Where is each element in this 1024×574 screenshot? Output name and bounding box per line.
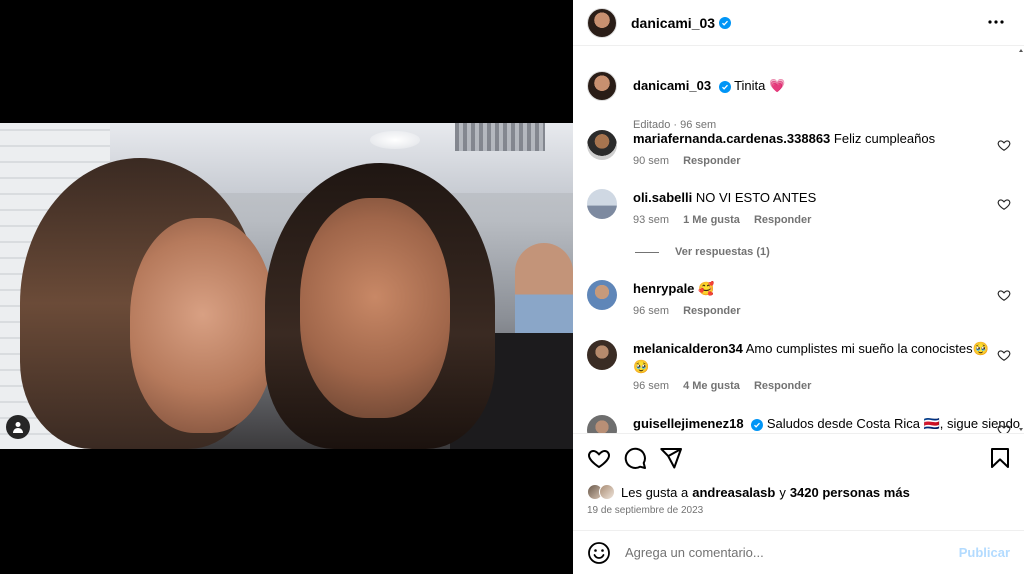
photo-face-right [300,198,450,418]
share-icon[interactable] [659,446,683,470]
comment-age: 96 sem [633,380,670,392]
post-date[interactable]: 19 de septiembre de 2023 [587,505,703,516]
likes-prefix: Les gusta a [621,484,689,500]
heart-icon[interactable] [997,197,1011,211]
post-actions: Les gusta a andreasalasb y 3420 personas… [573,433,1024,528]
comment-meta: 93 sem 1 Me gusta Responder [633,214,811,226]
comment-meta: 96 sem 4 Me gusta Responder [633,380,811,392]
verified-icon [751,419,764,431]
photo-face-left [130,218,275,433]
comments-list[interactable]: danicami_03 Tinita 💗 Editado · 96 sem ma… [573,47,1024,433]
bookmark-icon[interactable] [988,446,1012,470]
comment-body-cont: 🥹 [633,359,650,374]
comment-body: Saludos desde Costa Rica 🇨🇷, sigue siend… [766,416,1021,431]
heart-icon[interactable] [997,288,1011,302]
comment-avatar[interactable] [587,415,617,433]
reply-button[interactable]: Responder [754,214,811,226]
post-panel: danicami_03 danicami_03 Tinita 💗 Editado… [573,0,1024,574]
photo-light [370,131,420,149]
comment-text: oli.sabelli NO VI ESTO ANTES [633,189,991,207]
comment-avatar[interactable] [587,189,617,219]
comments-scrollbar[interactable] [1018,47,1024,433]
comment-text: henrypale 🥰 [633,280,991,298]
comment-meta: 90 sem Responder [633,155,741,167]
post-photo[interactable] [0,123,573,449]
heart-icon[interactable] [587,446,611,470]
verified-icon [719,16,732,29]
caption-row: danicami_03 Tinita 💗 Editado · 96 sem [587,71,1007,131]
caption-text: danicami_03 Tinita 💗 [633,77,991,95]
comment-username[interactable]: oli.sabelli [633,190,692,205]
comment-username[interactable]: guisellejimenez18 [633,416,744,431]
likes-summary: Les gusta a andreasalasb y 3420 personas… [587,484,910,500]
comment-age: 96 sem [633,305,670,317]
caption-avatar[interactable] [587,71,617,101]
author-username[interactable]: danicami_03 [631,15,715,31]
likes-conj: y [779,484,786,500]
caption-emoji: 💗 [769,78,786,93]
caption-body: Tinita [734,78,766,93]
comment-body: NO VI ESTO ANTES [695,190,817,205]
comment-avatar[interactable] [587,130,617,160]
comment-likes[interactable]: 1 Me gusta [683,214,740,226]
comment-age: 90 sem [633,155,670,167]
heart-icon[interactable] [997,348,1011,362]
comment-avatar[interactable] [587,280,617,310]
more-icon[interactable] [986,12,1006,32]
comment-username[interactable]: henrypale [633,281,694,296]
publish-button[interactable]: Publicar [959,545,1010,560]
user-tag-icon[interactable] [6,415,30,439]
comment-icon[interactable] [623,446,647,470]
comment-likes[interactable]: 4 Me gusta [683,380,740,392]
replies-divider [635,251,659,253]
reply-button[interactable]: Responder [683,155,740,167]
add-comment-bar: Publicar [573,530,1024,574]
comment-body: Amo cumplistes mi sueño la conocistes🥹 [745,341,989,356]
comment-age: 93 sem [633,214,670,226]
likes-user[interactable]: andreasalasb [692,485,775,500]
comment-meta: 96 sem Responder [633,305,741,317]
comment-input[interactable] [625,545,945,560]
emoji-icon[interactable] [587,541,611,565]
comment-text: melanicalderon34 Amo cumplistes mi sueño… [633,340,991,376]
comment-text: mariafernanda.cardenas.338863 Feliz cump… [633,130,991,148]
comment-body: 🥰 [698,281,715,296]
liker-avatar [599,484,615,500]
photo-vent [455,123,545,151]
verified-icon [718,81,731,93]
comment-username[interactable]: mariafernanda.cardenas.338863 [633,131,830,146]
comment-username[interactable]: melanicalderon34 [633,341,743,356]
author-avatar[interactable] [587,7,617,38]
post-media [0,0,573,574]
reply-button[interactable]: Responder [683,305,740,317]
comment-text: guisellejimenez18 Saludos desde Costa Ri… [633,415,1020,433]
caption-username[interactable]: danicami_03 [633,78,711,93]
view-replies-label: Ver respuestas (1) [675,246,770,258]
post-header: danicami_03 [573,0,1024,46]
reply-button[interactable]: Responder [754,380,811,392]
heart-icon[interactable] [997,423,1011,433]
view-replies-button[interactable]: Ver respuestas (1) [635,246,770,258]
comment-avatar[interactable] [587,340,617,370]
heart-icon[interactable] [997,138,1011,152]
comment-body: Feliz cumpleaños [833,131,936,146]
likes-others[interactable]: 3420 personas más [790,485,910,500]
